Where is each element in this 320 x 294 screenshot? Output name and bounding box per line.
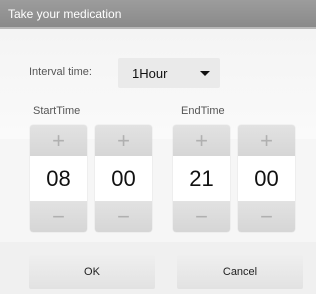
minus-icon: −: [195, 203, 208, 229]
minus-icon: −: [117, 203, 130, 229]
minus-icon: −: [260, 203, 273, 229]
start-minute-spinner: + 00 −: [95, 125, 152, 232]
interval-dropdown[interactable]: 1Hour: [118, 58, 220, 88]
plus-icon: +: [260, 127, 273, 153]
end-hour-value[interactable]: 21: [173, 156, 230, 201]
end-hour-increment-button[interactable]: +: [173, 125, 230, 156]
minus-icon: −: [52, 203, 65, 229]
start-minute-value[interactable]: 00: [95, 156, 152, 201]
start-time-label: StartTime: [33, 105, 81, 117]
plus-icon: +: [195, 127, 208, 153]
dialog-titlebar: Take your medication: [0, 0, 316, 29]
end-minute-value[interactable]: 00: [238, 156, 295, 201]
start-hour-increment-button[interactable]: +: [30, 125, 87, 156]
end-minute-spinner: + 00 −: [238, 125, 295, 232]
start-hour-value[interactable]: 08: [30, 156, 87, 201]
start-minute-increment-button[interactable]: +: [95, 125, 152, 156]
start-hour-decrement-button[interactable]: −: [30, 201, 87, 232]
cancel-button[interactable]: Cancel: [177, 255, 303, 289]
end-minute-increment-button[interactable]: +: [238, 125, 295, 156]
start-hour-spinner: + 08 −: [30, 125, 87, 232]
chevron-down-icon: [200, 71, 210, 76]
end-hour-decrement-button[interactable]: −: [173, 201, 230, 232]
end-minute-decrement-button[interactable]: −: [238, 201, 295, 232]
ok-button[interactable]: OK: [29, 255, 155, 289]
start-minute-decrement-button[interactable]: −: [95, 201, 152, 232]
plus-icon: +: [117, 127, 130, 153]
end-time-label: EndTime: [181, 105, 225, 117]
interval-label: Interval time:: [29, 66, 92, 78]
interval-value: 1Hour: [132, 66, 168, 81]
dialog-title: Take your medication: [8, 7, 122, 21]
plus-icon: +: [52, 127, 65, 153]
end-hour-spinner: + 21 −: [173, 125, 230, 232]
